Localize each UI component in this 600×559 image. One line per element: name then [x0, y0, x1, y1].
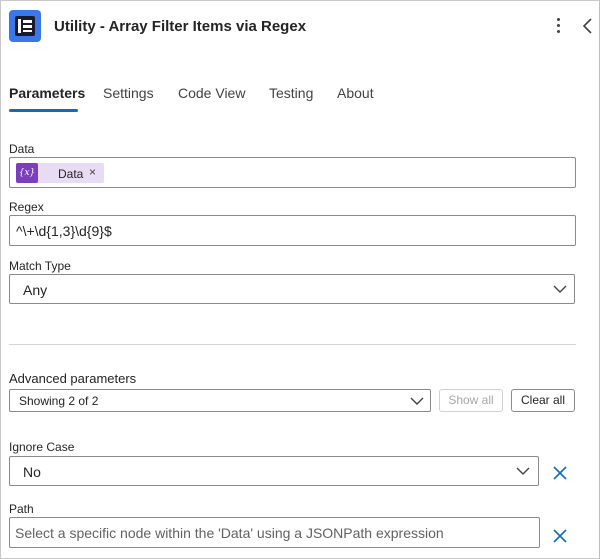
remove-path-icon[interactable] [552, 528, 568, 544]
regex-value: ^\+\d{1,3}\d{9}$ [16, 223, 112, 239]
path-input[interactable]: Select a specific node within the 'Data'… [9, 517, 540, 548]
remove-token-icon[interactable]: × [89, 165, 96, 179]
show-all-button[interactable]: Show all [439, 389, 503, 412]
remove-ignore-case-icon[interactable] [552, 465, 568, 481]
path-label: Path [9, 502, 34, 516]
regex-label: Regex [9, 200, 44, 214]
more-vertical-icon[interactable] [552, 13, 566, 39]
chevron-left-icon[interactable] [580, 14, 596, 38]
chevron-down-icon [410, 397, 424, 405]
variable-icon: {x} [16, 163, 38, 183]
match-type-select[interactable]: Any [9, 274, 575, 304]
data-label: Data [9, 142, 35, 156]
data-token[interactable]: {x} Data × [16, 163, 104, 183]
advanced-parameters-label: Advanced parameters [9, 371, 137, 386]
ignore-case-value: No [23, 464, 41, 480]
tab-testing[interactable]: Testing [269, 85, 313, 101]
page-title: Utility - Array Filter Items via Regex [54, 18, 307, 35]
advanced-parameters-value: Showing 2 of 2 [19, 394, 99, 408]
active-tab-indicator [9, 109, 78, 112]
ignore-case-select[interactable]: No [9, 456, 539, 486]
clear-all-button[interactable]: Clear all [511, 389, 575, 412]
ignore-case-label: Ignore Case [9, 440, 75, 454]
divider [9, 344, 576, 345]
match-type-label: Match Type [9, 259, 71, 273]
chevron-down-icon [516, 467, 530, 475]
match-type-value: Any [23, 282, 48, 298]
token-label: Data [58, 167, 84, 181]
list-document-icon [9, 10, 41, 42]
data-field[interactable]: {x} Data × [9, 157, 576, 188]
tab-parameters[interactable]: Parameters [9, 85, 85, 101]
chevron-down-icon [553, 285, 567, 293]
regex-field[interactable]: ^\+\d{1,3}\d{9}$ [9, 215, 576, 246]
advanced-parameters-select[interactable]: Showing 2 of 2 [9, 389, 431, 412]
panel: Utility - Array Filter Items via Regex P… [0, 0, 600, 559]
tab-about[interactable]: About [337, 85, 374, 101]
tab-settings[interactable]: Settings [103, 85, 154, 101]
path-placeholder: Select a specific node within the 'Data'… [15, 525, 444, 541]
tab-code-view[interactable]: Code View [178, 85, 245, 101]
